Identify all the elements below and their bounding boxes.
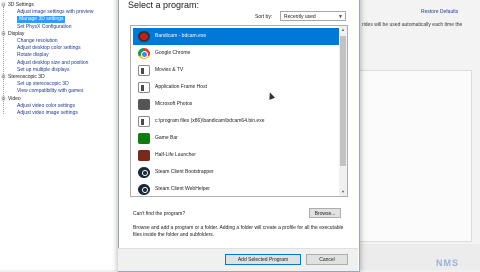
half-life-icon xyxy=(138,150,150,161)
program-name: c:\program files (x86)\bandicam\bdcam64.… xyxy=(155,118,265,124)
program-name: Movies & TV xyxy=(155,67,184,73)
program-name: Steam Client Bootstrapper xyxy=(155,169,214,175)
tree-task-link[interactable]: Set PhysX Configuration xyxy=(17,24,71,31)
program-name: Google Chrome xyxy=(155,50,191,56)
photos-icon xyxy=(138,99,150,110)
program-list[interactable]: ▲ ▼ Bandicam - bdcam.exe Google Chrome Mov… xyxy=(130,25,348,197)
game-bar-icon xyxy=(138,133,150,144)
scrollbar-thumb[interactable] xyxy=(340,36,346,166)
cant-find-program-label: Can't find the program? xyxy=(133,211,186,217)
scroll-up-icon[interactable]: ▲ xyxy=(339,26,347,34)
tree-category[interactable]: Stereoscopic 3D xyxy=(8,74,45,81)
add-selected-program-button[interactable]: Add Selected Program xyxy=(225,254,301,265)
sort-by-value: Recently used xyxy=(284,14,316,20)
cancel-button[interactable]: Cancel xyxy=(306,254,348,265)
tree-task-link[interactable]: Set up stereoscopic 3D xyxy=(17,81,69,88)
tree-category[interactable]: Video xyxy=(8,96,21,103)
program-name: Steam Client WebHelper xyxy=(155,186,210,192)
chrome-icon xyxy=(138,48,150,59)
tree-category[interactable]: Display xyxy=(8,31,24,38)
program-name: Microsoft Photos xyxy=(155,101,193,107)
program-list-item[interactable]: c:\program files (x86)\bandicam\bdcam64.… xyxy=(133,113,339,130)
bandicam-icon xyxy=(138,31,150,42)
sort-by-dropdown[interactable]: Recently used ▼ xyxy=(280,11,346,21)
browse-button[interactable]: Browse... xyxy=(309,208,341,218)
program-list-scrollbar[interactable]: ▲ ▼ xyxy=(339,26,347,196)
program-list-item[interactable]: Bandicam - bdcam.exe xyxy=(133,28,339,45)
bottom-bar-background xyxy=(358,244,480,270)
tree-task-link[interactable]: Adjust desktop color settings xyxy=(17,45,81,52)
generic-app-icon xyxy=(138,116,150,127)
program-list-item[interactable]: Half-Life Launcher xyxy=(133,147,339,164)
tree-task-link[interactable]: Adjust video color settings xyxy=(17,103,75,110)
program-list-item[interactable]: Microsoft Photos xyxy=(133,96,339,113)
program-name: Game Bar xyxy=(155,135,178,141)
tree-task-link[interactable]: Adjust desktop size and position xyxy=(17,60,88,67)
steam-icon xyxy=(138,184,150,195)
collapse-icon[interactable]: ⊟ xyxy=(1,96,6,103)
settings-description-fragment: rides will be used automatically each ti… xyxy=(362,22,463,28)
tree-task-link[interactable]: Adjust video image settings xyxy=(17,110,78,117)
tree-task-link[interactable]: Manage 3D settings xyxy=(17,16,66,24)
settings-list-background xyxy=(358,70,472,242)
sort-by-label: Sort by: xyxy=(255,14,273,20)
collapse-icon[interactable]: ⊟ xyxy=(1,74,6,81)
tree-task-link[interactable]: View compatibility with games xyxy=(17,88,83,95)
tree-task-link[interactable]: Adjust image settings with preview xyxy=(17,9,93,16)
generic-app-icon xyxy=(138,82,150,93)
program-list-item[interactable]: Steam Client WebHelper xyxy=(133,181,339,196)
navigation-tree: ⊟ 3D Settings Adjust image settings with p… xyxy=(0,0,119,270)
tree-category[interactable]: 3D Settings xyxy=(8,2,34,9)
tree-task-link[interactable]: Set up multiple displays xyxy=(17,67,70,74)
browse-description: Browse and add a program or a folder. Ad… xyxy=(133,225,344,238)
program-list-item[interactable]: Game Bar xyxy=(133,130,339,147)
scroll-down-icon[interactable]: ▼ xyxy=(339,188,347,196)
tree-task-link[interactable]: Rotate display xyxy=(17,52,49,59)
program-list-item[interactable]: Steam Client Bootstrapper xyxy=(133,164,339,181)
program-list-item[interactable]: Movies & TV xyxy=(133,62,339,79)
collapse-icon[interactable]: ⊟ xyxy=(1,2,6,9)
steam-icon xyxy=(138,167,150,178)
program-name: Half-Life Launcher xyxy=(155,152,196,158)
watermark-logo: NMS xyxy=(436,258,459,268)
program-name: Bandicam - bdcam.exe xyxy=(155,33,207,39)
chevron-down-icon: ▼ xyxy=(338,14,343,20)
generic-app-icon xyxy=(138,65,150,76)
program-name: Application Frame Host xyxy=(155,84,207,90)
dialog-title: Select a program: xyxy=(128,0,200,10)
program-list-item[interactable]: Google Chrome xyxy=(133,45,339,62)
tree-task-link[interactable]: Change resolution xyxy=(17,38,58,45)
collapse-icon[interactable]: ⊟ xyxy=(1,31,6,38)
restore-defaults-link[interactable]: Restore Defaults xyxy=(421,9,458,15)
program-list-item[interactable]: Application Frame Host xyxy=(133,79,339,96)
